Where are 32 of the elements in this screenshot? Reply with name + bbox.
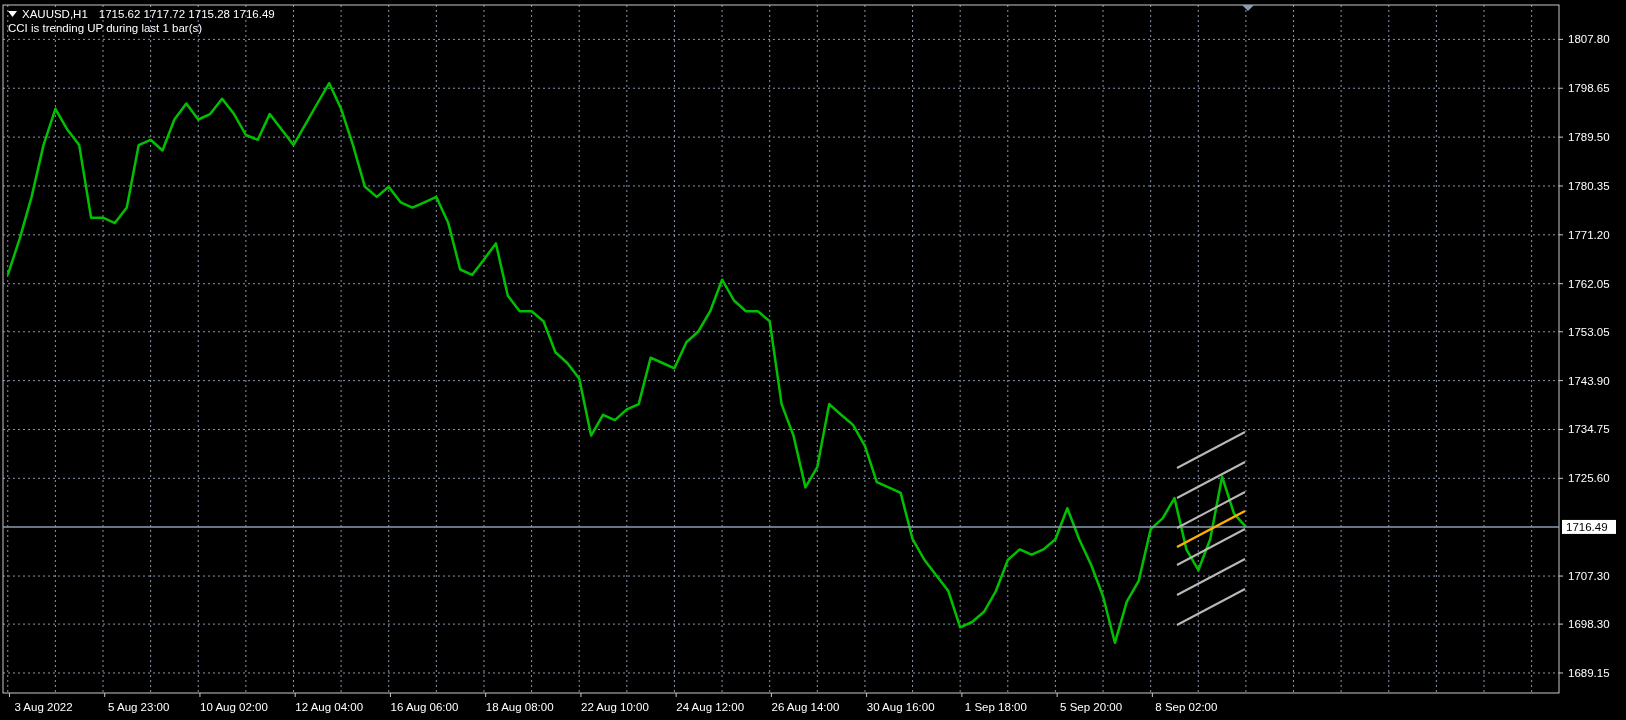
- price-axis-label: 1753.05: [1568, 325, 1610, 338]
- price-axis-label: 1771.20: [1568, 228, 1610, 241]
- time-axis-label: 22 Aug 10:00: [581, 701, 649, 713]
- time-axis-label: 30 Aug 16:00: [866, 701, 935, 713]
- time-axis-label: 12 Aug 04:00: [295, 701, 364, 713]
- time-axis-label: 16 Aug 06:00: [390, 701, 459, 713]
- time-axis-label: 1 Sep 18:00: [964, 701, 1027, 713]
- time-axis-label: 5 Sep 20:00: [1060, 701, 1123, 713]
- price-axis-label: 1743.90: [1568, 374, 1610, 387]
- chart-shift-icon[interactable]: [1242, 5, 1254, 11]
- price-axis-label: 1689.15: [1568, 667, 1610, 679]
- time-axis-label: 18 Aug 08:00: [485, 701, 554, 713]
- price-axis-label: 1707.30: [1568, 570, 1610, 583]
- regression-channel-drawing[interactable]: [1176, 431, 1246, 626]
- price-axis-label: 1807.80: [1568, 33, 1610, 46]
- price-axis-label: 1798.65: [1568, 82, 1610, 95]
- price-axis-label: 1734.75: [1568, 423, 1610, 436]
- time-axis-label: 5 Aug 23:00: [108, 701, 170, 713]
- time-axis-label: 10 Aug 02:00: [200, 701, 268, 713]
- time-axis-label: 24 Aug 12:00: [676, 701, 745, 713]
- price-axis-label: 1698.30: [1568, 618, 1610, 631]
- time-axis-label: 3 Aug 2022: [14, 701, 73, 713]
- ohlc-values: 1715.62 1717.72 1715.28 1716.49: [98, 7, 275, 21]
- price-axis-label: 1725.60: [1568, 472, 1610, 485]
- price-axis-label: 1762.05: [1568, 277, 1610, 290]
- price-axis-label: 1789.50: [1568, 131, 1610, 144]
- indicator-message: CCI is trending UP during last 1 bar(s): [8, 21, 204, 35]
- time-axis-label: 8 Sep 02:00: [1155, 701, 1218, 713]
- price-axis-label: 1780.35: [1568, 179, 1610, 192]
- symbol-label: XAUUSD,H1: [22, 7, 88, 21]
- time-axis-label: 26 Aug 14:00: [771, 701, 840, 713]
- dropdown-icon[interactable]: [8, 11, 17, 17]
